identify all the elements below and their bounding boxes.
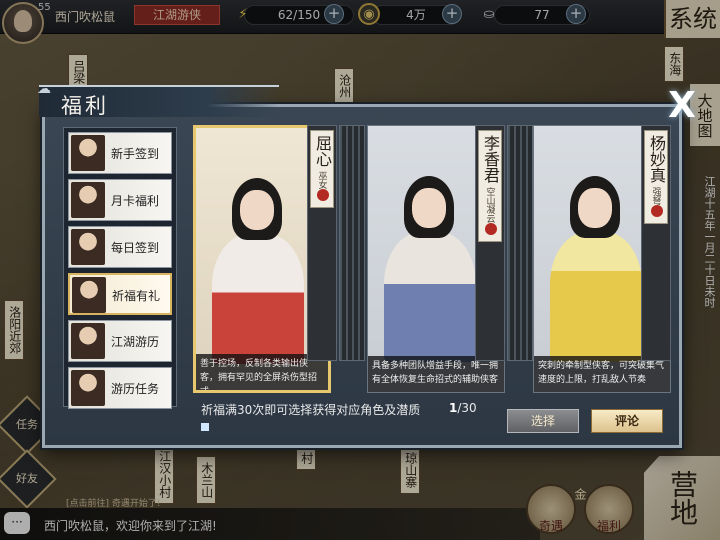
character-face xyxy=(412,188,446,228)
seal-icon xyxy=(485,223,497,235)
sidebar-item-jianghu-travel[interactable]: 江湖游历 xyxy=(68,320,172,362)
sidebar-item-label: 新手签到 xyxy=(111,147,160,161)
avatar xyxy=(72,277,106,313)
cloud-ornament-icon: ☁ xyxy=(37,81,51,97)
sidebar-item-pray-gift[interactable]: 祈福有礼 xyxy=(68,273,172,315)
character-name: 李香君 xyxy=(481,135,500,183)
sidebar-item-newbie-signin[interactable]: 新手签到 xyxy=(68,132,172,174)
character-subtitle: 空山凝云 xyxy=(484,187,495,223)
character-portrait xyxy=(374,172,484,362)
character-outfit xyxy=(384,232,476,362)
close-icon[interactable]: X xyxy=(660,86,704,126)
character-face xyxy=(578,188,612,228)
lattice-divider xyxy=(339,125,365,361)
progress-marker xyxy=(201,423,209,431)
character-cards: 善于控场，反制各类输出侠客，拥有罕见的全屏杀伤型招式 屈心 巫女 具备多种团队增… xyxy=(193,125,671,395)
character-portrait xyxy=(540,172,650,362)
character-description: 突刺的牵制型侠客，可突破集气速度的上限，打乱敌人节奏 xyxy=(534,356,670,392)
sidebar-item-label: 游历任务 xyxy=(111,382,160,396)
select-button[interactable]: 选择 xyxy=(507,409,579,433)
sidebar-item-label: 江湖游历 xyxy=(111,335,160,349)
name-strip-yangmiaozhen: 杨妙真 强弩 xyxy=(641,125,671,361)
comment-button[interactable]: 评论 xyxy=(591,409,663,433)
name-strip-quxin: 屈心 巫女 xyxy=(307,125,337,361)
avatar xyxy=(71,370,105,406)
pray-progress: 1/30 xyxy=(449,401,477,415)
seal-icon xyxy=(651,205,663,217)
sidebar-item-label: 每日签到 xyxy=(111,241,160,255)
character-outfit xyxy=(550,232,642,362)
lattice-divider xyxy=(507,125,533,361)
sidebar-item-travel-task[interactable]: 游历任务 xyxy=(68,367,172,409)
name-strip-lixiangjun: 李香君 空山凝云 xyxy=(475,125,505,361)
avatar xyxy=(71,229,105,265)
character-subtitle: 强弩 xyxy=(650,187,661,205)
character-portrait xyxy=(202,174,312,364)
sidebar-item-label: 月卡福利 xyxy=(111,194,160,208)
character-face xyxy=(240,190,274,230)
character-name: 杨妙真 xyxy=(647,135,666,183)
character-name-plate: 杨妙真 强弩 xyxy=(644,130,668,224)
pray-requirement-text: 祈福满30次即可选择获得对应角色及潜质 xyxy=(201,403,421,417)
pray-progress-total: /30 xyxy=(457,401,477,415)
avatar xyxy=(71,135,105,171)
welfare-sidebar: 新手签到 月卡福利 每日签到 祈福有礼 江湖游历 游历任务 xyxy=(63,127,177,409)
seal-icon xyxy=(317,189,329,201)
character-outfit xyxy=(212,234,304,364)
avatar xyxy=(71,182,105,218)
character-name-plate: 屈心 巫女 xyxy=(310,130,334,208)
avatar xyxy=(71,323,105,359)
character-subtitle: 巫女 xyxy=(316,171,327,189)
modal-title: 福利 xyxy=(61,94,109,118)
sidebar-item-label: 祈福有礼 xyxy=(112,289,161,303)
character-name: 屈心 xyxy=(313,135,332,167)
character-name-plate: 李香君 空山凝云 xyxy=(478,130,502,242)
welfare-modal: ☁ 福利 新手签到 月卡福利 每日签到 祈福有礼 江湖游历 游历任务 善于控场，… xyxy=(37,81,682,448)
sidebar-item-monthly-card[interactable]: 月卡福利 xyxy=(68,179,172,221)
modal-header: ☁ 福利 xyxy=(37,81,279,118)
character-description: 具备多种团队增益手段，唯一拥有全体恢复生命招式的辅助侠客 xyxy=(368,356,504,392)
sidebar-item-daily-signin[interactable]: 每日签到 xyxy=(68,226,172,268)
